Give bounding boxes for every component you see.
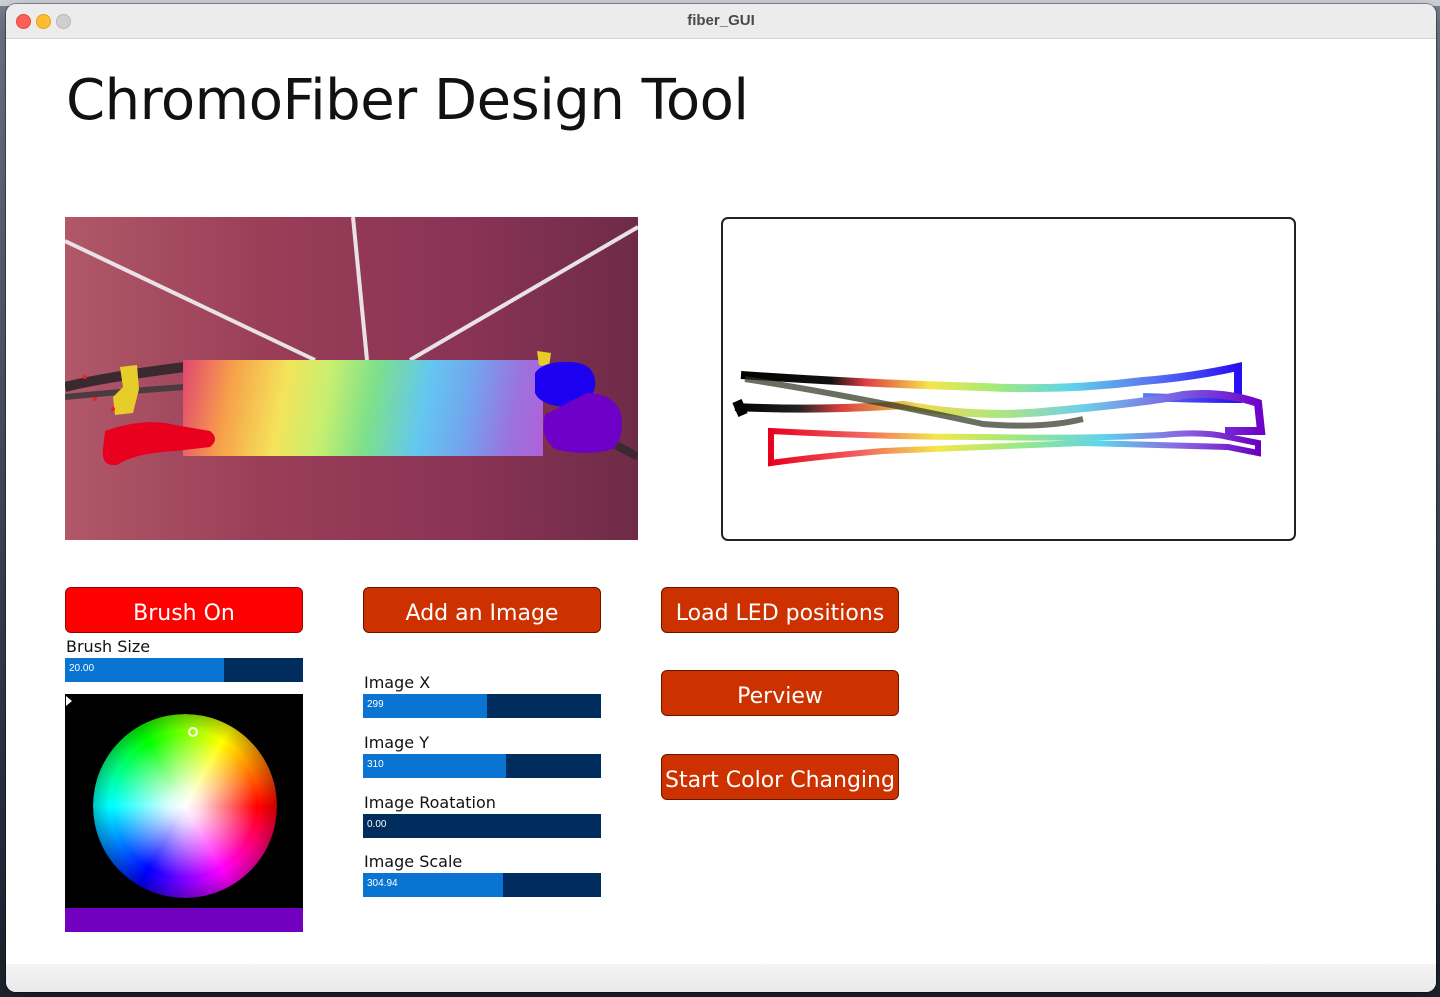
preview-button[interactable]: Perview <box>661 670 899 716</box>
brush-strokes <box>83 351 622 466</box>
image-rotation-label: Image Roatation <box>364 793 496 812</box>
slider-fill <box>363 754 506 778</box>
image-scale-slider[interactable]: 304.94 <box>363 873 601 897</box>
slider-value: 20.00 <box>69 663 95 674</box>
brush-size-label: Brush Size <box>66 637 151 656</box>
slider-value: 310 <box>367 759 384 770</box>
title-bar: fiber_GUI <box>6 4 1436 39</box>
image-x-label: Image X <box>364 673 431 692</box>
image-x-slider[interactable]: 299 <box>363 694 601 718</box>
image-y-slider[interactable]: 310 <box>363 754 601 778</box>
color-picker-handle[interactable] <box>188 727 198 737</box>
slider-value: 304.94 <box>367 878 398 889</box>
fiber-preview-path <box>732 362 1266 467</box>
app-window: fiber_GUI ChromoFiber Design Tool Brush … <box>6 4 1436 992</box>
brush-toggle-button[interactable]: Brush On <box>65 587 303 633</box>
window-bottom-edge <box>6 964 1436 992</box>
start-color-changing-button[interactable]: Start Color Changing <box>661 754 899 800</box>
add-image-button[interactable]: Add an Image <box>363 587 601 633</box>
window-title: fiber_GUI <box>687 12 755 29</box>
image-rotation-slider[interactable]: 0.00 <box>363 814 601 838</box>
triangle-marker-icon <box>66 696 72 706</box>
color-picker[interactable] <box>65 694 303 932</box>
image-drawing-canvas[interactable] <box>65 217 638 540</box>
color-wheel[interactable] <box>93 714 277 898</box>
brush-size-slider[interactable]: 20.00 <box>65 658 303 682</box>
image-y-label: Image Y <box>364 733 429 752</box>
selected-color-swatch <box>65 908 303 932</box>
slider-value: 0.00 <box>367 819 387 830</box>
image-scale-label: Image Scale <box>364 852 463 871</box>
slider-value: 299 <box>367 699 384 710</box>
page-title: ChromoFiber Design Tool <box>66 68 749 133</box>
load-led-positions-button[interactable]: Load LED positions <box>661 587 899 633</box>
preview-canvas[interactable] <box>721 217 1296 541</box>
